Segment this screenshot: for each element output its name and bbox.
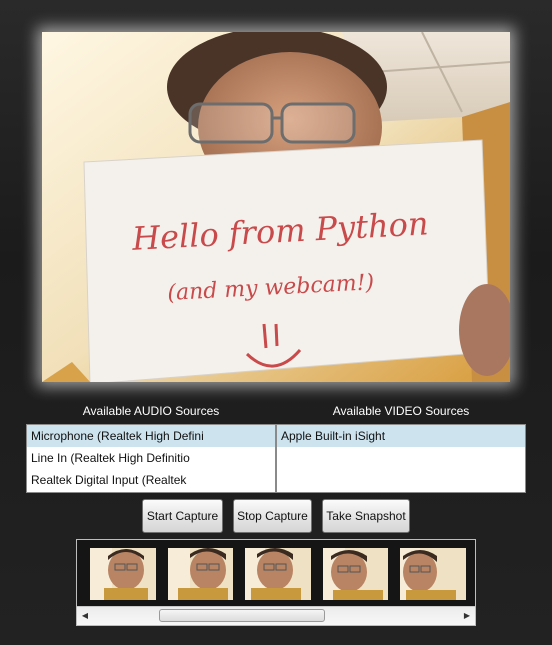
snapshot-thumbnail[interactable] [167,548,234,600]
scrollbar-thumb[interactable] [159,609,325,622]
snapshot-thumbnail[interactable] [245,548,311,600]
snapshot-thumbnail[interactable] [400,548,466,600]
audio-source-item[interactable]: Realtek Digital Input (Realtek [27,469,275,491]
snapshot-thumbnail[interactable] [322,548,389,600]
stop-capture-button[interactable]: Stop Capture [233,499,312,533]
left-arrow-icon[interactable]: ◀ [77,607,93,625]
right-arrow-icon[interactable]: ▶ [459,607,475,625]
webcam-image: Hello from Python (and my webcam!) [42,32,510,382]
audio-source-item[interactable]: Microphone (Realtek High Defini [27,425,275,447]
video-sources-list[interactable]: Apple Built-in iSight [276,424,526,493]
video-source-item[interactable]: Apple Built-in iSight [277,425,525,447]
start-capture-button[interactable]: Start Capture [142,499,223,533]
snapshot-strip: ◀ ▶ [76,539,476,626]
audio-sources-label: Available AUDIO Sources [82,404,220,418]
audio-source-item[interactable]: Line In (Realtek High Definitio [27,447,275,469]
snapshot-thumbnails [90,548,466,600]
webcam-preview: Hello from Python (and my webcam!) [42,32,510,382]
horizontal-scrollbar[interactable]: ◀ ▶ [77,606,475,625]
video-sources-label: Available VIDEO Sources [332,404,470,418]
snapshot-thumbnail[interactable] [90,548,156,600]
audio-sources-list[interactable]: Microphone (Realtek High Defini Line In … [26,424,276,493]
take-snapshot-button[interactable]: Take Snapshot [322,499,410,533]
